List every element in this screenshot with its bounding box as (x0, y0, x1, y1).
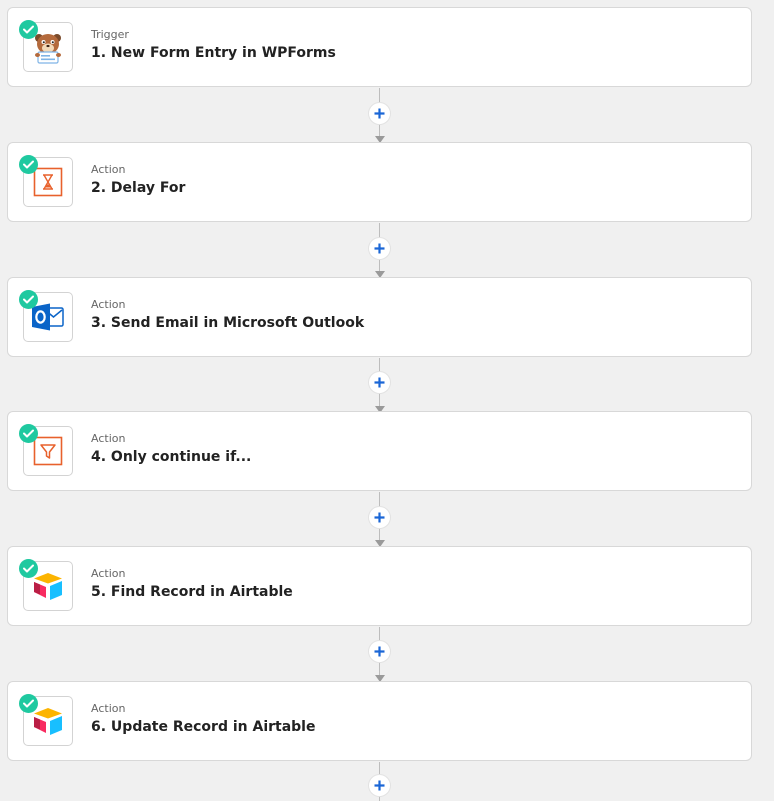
step-kind-label: Action (91, 298, 126, 311)
step-card-1[interactable]: Trigger 1. New Form Entry in WPForms (7, 7, 752, 87)
step-kind-label: Action (91, 432, 126, 445)
checkmark-icon (19, 290, 38, 309)
add-step-button[interactable] (369, 775, 390, 796)
add-step-button[interactable] (369, 641, 390, 662)
add-step-button[interactable] (369, 238, 390, 259)
add-step-button[interactable] (369, 372, 390, 393)
step-title: 4. Only continue if... (91, 449, 252, 465)
step-card-4[interactable]: Action 4. Only continue if... (7, 411, 752, 491)
checkmark-icon (19, 694, 38, 713)
plus-icon (374, 243, 385, 254)
step-kind-label: Trigger (91, 28, 129, 41)
step-title: 6. Update Record in Airtable (91, 719, 316, 735)
step-card-5[interactable]: Action 5. Find Record in Airtable (7, 546, 752, 626)
step-title: 3. Send Email in Microsoft Outlook (91, 315, 365, 331)
plus-icon (374, 646, 385, 657)
step-card-6[interactable]: Action 6. Update Record in Airtable (7, 681, 752, 761)
plus-icon (374, 377, 385, 388)
step-kind-label: Action (91, 163, 126, 176)
checkmark-icon (19, 559, 38, 578)
add-step-button[interactable] (369, 103, 390, 124)
checkmark-icon (19, 20, 38, 39)
step-card-2[interactable]: Action 2. Delay For (7, 142, 752, 222)
step-kind-label: Action (91, 702, 126, 715)
step-card-3[interactable]: Action 3. Send Email in Microsoft Outloo… (7, 277, 752, 357)
add-step-button[interactable] (369, 507, 390, 528)
plus-icon (374, 780, 385, 791)
step-kind-label: Action (91, 567, 126, 580)
checkmark-icon (19, 155, 38, 174)
step-title: 2. Delay For (91, 180, 186, 196)
plus-icon (374, 512, 385, 523)
checkmark-icon (19, 424, 38, 443)
plus-icon (374, 108, 385, 119)
step-title: 1. New Form Entry in WPForms (91, 45, 336, 61)
step-title: 5. Find Record in Airtable (91, 584, 293, 600)
